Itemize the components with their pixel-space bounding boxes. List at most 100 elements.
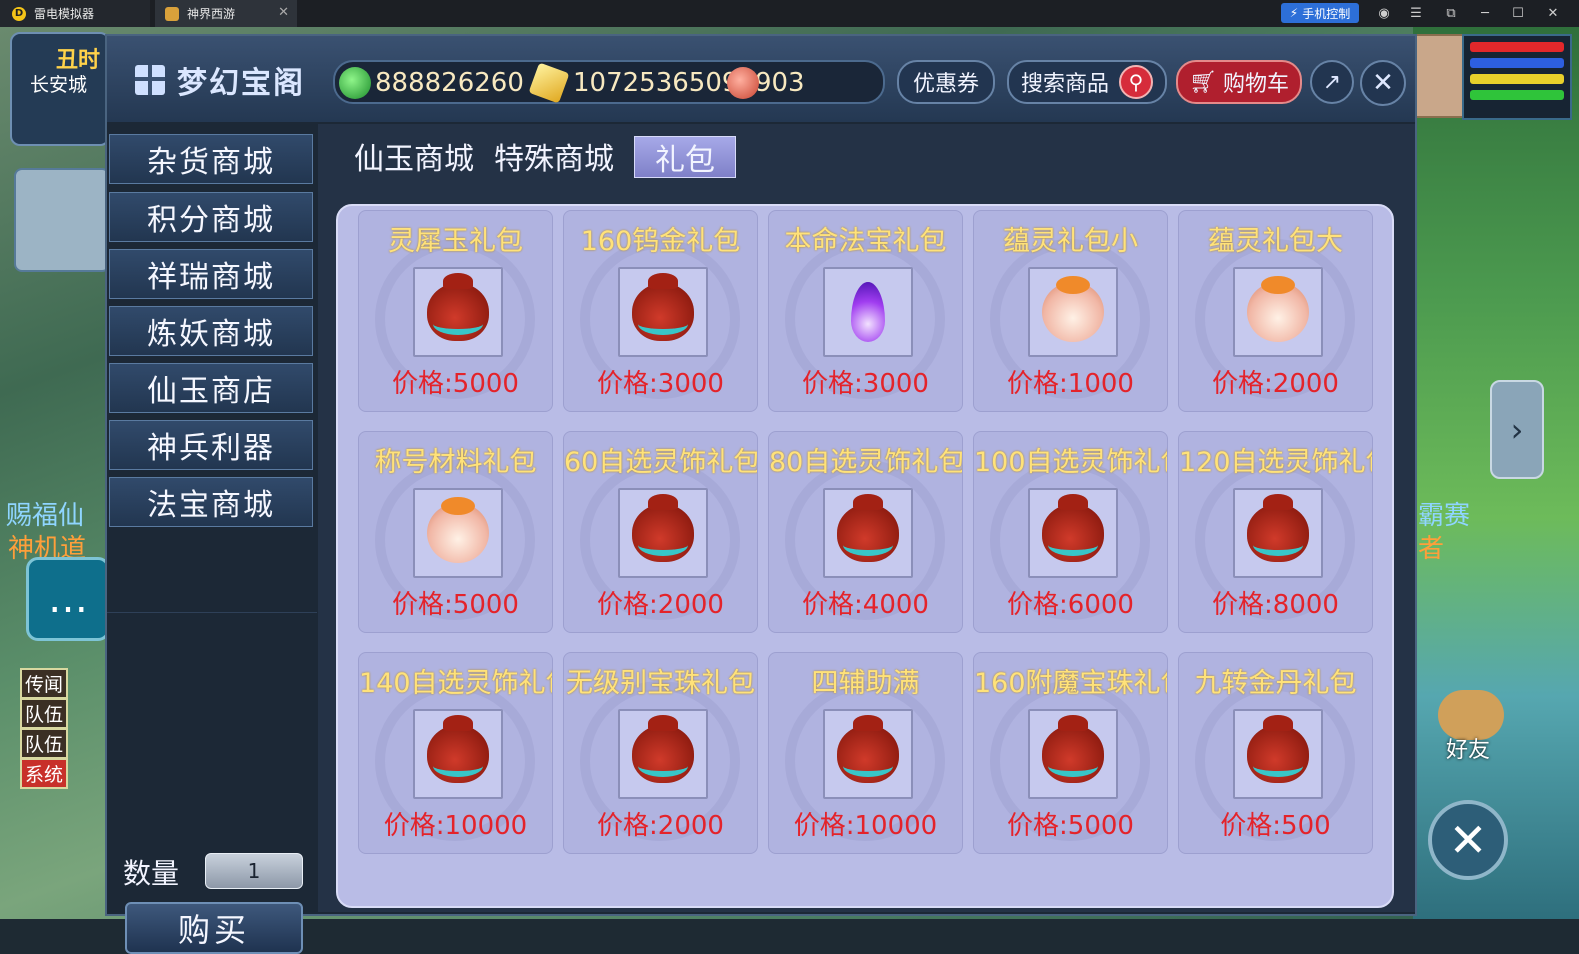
item-icon-frame[interactable] bbox=[823, 709, 913, 799]
mp-bar bbox=[1470, 58, 1564, 68]
item-price: 价格:10000 bbox=[793, 811, 938, 841]
chat-bubble-icon[interactable]: … bbox=[26, 557, 110, 641]
sidebar-item-demon[interactable]: 炼妖商城 bbox=[109, 306, 313, 356]
currency-red bbox=[727, 67, 759, 99]
item-card[interactable]: 蕴灵礼包小 价格:1000 bbox=[973, 210, 1168, 412]
item-card[interactable]: 称号材料礼包 价格:5000 bbox=[358, 431, 553, 633]
window-close-icon[interactable]: ✕ bbox=[1542, 3, 1564, 23]
tab-close-icon[interactable]: ✕ bbox=[278, 5, 289, 20]
item-price: 价格:5000 bbox=[392, 590, 519, 620]
item-card[interactable]: 四辅助满价格:10000 bbox=[768, 652, 963, 854]
sidebar-item-sundries[interactable]: 杂货商城 bbox=[109, 134, 313, 184]
item-icon-frame[interactable] bbox=[413, 709, 503, 799]
red-bag-icon bbox=[1247, 715, 1309, 783]
item-card[interactable]: 本命法宝礼包 价格:3000 bbox=[768, 210, 963, 412]
item-name: 100自选灵饰礼包 bbox=[974, 447, 1167, 478]
event-subtext: 者 bbox=[1418, 534, 1445, 564]
close-overlay-icon[interactable]: ✕ bbox=[1428, 800, 1508, 880]
sidebar-item-treasure[interactable]: 法宝商城 bbox=[109, 477, 313, 527]
maximize-icon[interactable]: ☐ bbox=[1507, 3, 1529, 23]
item-card[interactable]: 蕴灵礼包大 价格:2000 bbox=[1178, 210, 1373, 412]
emulator-logo-icon: D bbox=[12, 6, 26, 21]
item-name: 140自选灵饰礼包 bbox=[359, 668, 552, 699]
quantity-input[interactable]: 1 bbox=[205, 853, 303, 889]
chat-tag: 队伍 bbox=[20, 727, 69, 759]
tab-special-mall[interactable]: 特殊商城 bbox=[494, 136, 614, 177]
item-card[interactable]: 灵犀玉礼包 价格:5000 bbox=[358, 210, 553, 412]
buy-button[interactable]: 购买 bbox=[125, 902, 303, 954]
item-price: 价格:1000 bbox=[1007, 369, 1134, 399]
item-card[interactable]: 160附魔宝珠礼包 价格:5000 bbox=[973, 652, 1168, 854]
item-card[interactable]: 60自选灵饰礼包 价格:2000 bbox=[563, 431, 758, 633]
close-icon[interactable]: ✕ bbox=[1360, 60, 1406, 106]
item-icon-frame[interactable] bbox=[1028, 709, 1118, 799]
item-card[interactable]: 无级别宝珠礼包 价格:2000 bbox=[563, 652, 758, 854]
item-name: 九转金丹礼包 bbox=[1194, 668, 1357, 699]
sidebar-item-points[interactable]: 积分商城 bbox=[109, 192, 313, 242]
share-icon[interactable]: ↗ bbox=[1310, 60, 1354, 104]
item-card[interactable]: 120自选灵饰礼包 价格:8000 bbox=[1178, 431, 1373, 633]
item-icon-frame[interactable] bbox=[618, 488, 708, 578]
item-card[interactable]: 160钨金礼包 价格:3000 bbox=[563, 210, 758, 412]
item-price: 价格:2000 bbox=[597, 811, 724, 841]
chat-line: 队伍 bbox=[20, 727, 106, 759]
sidebar-divider bbox=[107, 612, 317, 613]
chat-line: 传闻 bbox=[20, 667, 106, 699]
companion-avatar[interactable] bbox=[1414, 34, 1464, 118]
item-icon-frame[interactable] bbox=[1233, 267, 1323, 357]
item-name: 120自选灵饰礼包 bbox=[1179, 447, 1372, 478]
phone-control-label: 手机控制 bbox=[1302, 6, 1351, 21]
item-icon-frame[interactable] bbox=[1028, 488, 1118, 578]
red-bag-icon bbox=[1042, 494, 1104, 562]
menu-icon[interactable]: ☰ bbox=[1405, 3, 1427, 23]
search-icon[interactable]: ⚲ bbox=[1119, 65, 1153, 99]
item-name: 称号材料礼包 bbox=[374, 447, 537, 478]
search-button[interactable]: 搜索商品 ⚲ bbox=[1007, 60, 1167, 104]
cart-button[interactable]: 🛒︎ 购物车 bbox=[1176, 60, 1302, 104]
chat-tag: 队伍 bbox=[20, 697, 69, 729]
player-avatar[interactable] bbox=[14, 168, 110, 272]
item-icon-frame[interactable] bbox=[618, 709, 708, 799]
shop-content: 仙玉商城 特殊商城 礼包 灵犀玉礼包 价格:5000 160钨金礼包 价格:3000 本… bbox=[318, 124, 1415, 912]
item-icon-frame[interactable] bbox=[823, 488, 913, 578]
item-icon-frame[interactable] bbox=[413, 267, 503, 357]
item-card[interactable]: 九转金丹礼包 价格:500 bbox=[1178, 652, 1373, 854]
item-name: 蕴灵礼包大 bbox=[1208, 226, 1343, 257]
item-card[interactable]: 80自选灵饰礼包 价格:4000 bbox=[768, 431, 963, 633]
item-icon-frame[interactable] bbox=[618, 267, 708, 357]
tab-emulator-label: 雷电模拟器 bbox=[34, 7, 95, 21]
sidebar-item-weapons[interactable]: 神兵利器 bbox=[109, 420, 313, 470]
coupon-button[interactable]: 优惠券 bbox=[897, 60, 995, 104]
purple-flame-icon bbox=[851, 282, 885, 342]
tab-game[interactable]: 神界西游 ✕ bbox=[155, 0, 297, 27]
item-price: 价格:500 bbox=[1220, 811, 1331, 841]
tab-emulator[interactable]: D 雷电模拟器 bbox=[0, 0, 150, 27]
lightning-icon: ⚡ bbox=[1289, 6, 1299, 20]
item-icon-frame[interactable] bbox=[1233, 709, 1323, 799]
tab-jade-mall[interactable]: 仙玉商城 bbox=[354, 136, 474, 177]
minimize-icon[interactable]: ─ bbox=[1474, 3, 1496, 23]
account-icon[interactable]: ◉ bbox=[1373, 3, 1395, 23]
item-card[interactable]: 140自选灵饰礼包 价格:10000 bbox=[358, 652, 553, 854]
item-icon-frame[interactable] bbox=[1028, 267, 1118, 357]
item-icon-frame[interactable] bbox=[413, 488, 503, 578]
item-card[interactable]: 100自选灵饰礼包 价格:6000 bbox=[973, 431, 1168, 633]
sidebar-item-auspicious[interactable]: 祥瑞商城 bbox=[109, 249, 313, 299]
item-name: 160钨金礼包 bbox=[580, 226, 741, 257]
phone-control-button[interactable]: ⚡ 手机控制 bbox=[1281, 3, 1359, 23]
item-icon-frame[interactable] bbox=[1233, 488, 1323, 578]
popout-icon[interactable]: ⧉ bbox=[1440, 3, 1462, 23]
friend-label[interactable]: 好友 bbox=[1446, 732, 1490, 764]
flower-bag-icon bbox=[1042, 276, 1104, 342]
gold-ticket-icon bbox=[528, 62, 570, 104]
exp-bar bbox=[1470, 90, 1564, 100]
item-icon-frame[interactable] bbox=[823, 267, 913, 357]
item-price: 价格:8000 bbox=[1212, 590, 1339, 620]
chevron-right-icon[interactable]: › bbox=[1490, 380, 1544, 479]
tab-gift-packs[interactable]: 礼包 bbox=[634, 136, 736, 178]
sidebar-item-jade[interactable]: 仙玉商店 bbox=[109, 363, 313, 413]
item-name: 灵犀玉礼包 bbox=[388, 226, 523, 257]
item-name: 四辅助满 bbox=[811, 668, 920, 699]
item-name: 80自选灵饰礼包 bbox=[769, 447, 962, 478]
item-grid: 灵犀玉礼包 价格:5000 160钨金礼包 价格:3000 本命法宝礼包 价格:3000 蕴… bbox=[336, 204, 1394, 908]
